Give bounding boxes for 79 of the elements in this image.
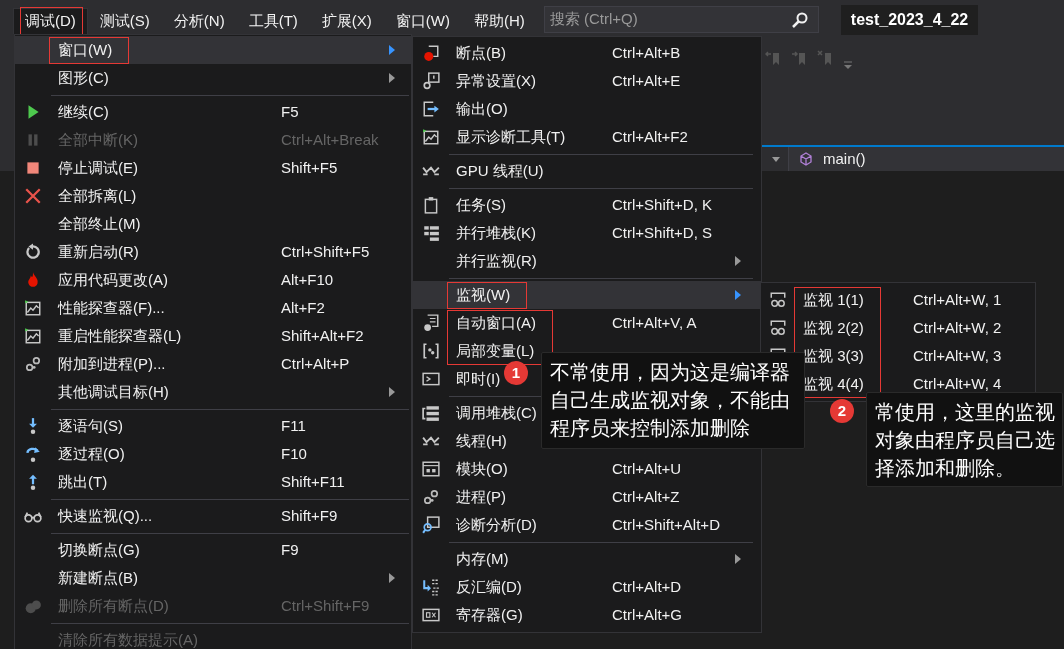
shortcut-text: Ctrl+Shift+Alt+D — [612, 515, 720, 533]
shortcut-text: Ctrl+Alt+V, A — [612, 313, 697, 331]
menu-label: 异常设置(X) — [456, 71, 536, 89]
menu-label: 模块(O) — [456, 459, 508, 477]
menu-label: 监视(W) — [456, 285, 511, 303]
menu-label: 寄存器(G) — [456, 605, 523, 623]
shortcut-text: Ctrl+Shift+F5 — [281, 242, 370, 260]
shortcut-text: Ctrl+Alt+W, 4 — [913, 374, 1002, 392]
callout-text: 不常使用，因为这是编译器自己生成监视对象，不能由程序员来控制添加删除 — [550, 360, 791, 441]
menu-label: 停止调试(E) — [58, 158, 138, 176]
shortcut-text: Ctrl+Alt+W, 3 — [913, 346, 1002, 364]
menu-label: 快速监视(Q)... — [58, 506, 153, 524]
shortcut-text: Ctrl+Alt+F2 — [612, 127, 688, 145]
menu-label: 其他调试目标(H) — [58, 382, 169, 400]
shortcut-text: F10 — [281, 444, 307, 462]
menu-label: 全部拆离(L) — [58, 186, 137, 204]
shortcut-text: Shift+F11 — [281, 472, 345, 490]
menu-label: 并行堆栈(K) — [456, 223, 536, 241]
shortcut-text: Shift+Alt+F2 — [281, 326, 364, 344]
callout-text: 常使用，这里的监视对象由程序员自己选择添加和删除。 — [875, 400, 1056, 481]
menu-label: 逐语句(S) — [58, 416, 123, 434]
shortcut-text: F9 — [281, 540, 299, 558]
menu-label: 应用代码更改(A) — [58, 270, 168, 288]
shortcut-text: Shift+F9 — [281, 506, 338, 524]
shortcut-text: Ctrl+Alt+W, 2 — [913, 318, 1002, 336]
shortcut-text: Ctrl+Alt+W, 1 — [913, 290, 1002, 308]
menu-label: 性能探查器(F)... — [58, 298, 165, 316]
shortcut-text: Ctrl+Alt+U — [612, 459, 682, 477]
function-name: main() — [823, 148, 866, 169]
menu-label: 内存(M) — [456, 549, 509, 567]
menu-label: 新建断点(B) — [58, 568, 138, 586]
menu-label: 重新启动(R) — [58, 242, 139, 260]
menu-label: 进程(P) — [456, 487, 506, 505]
menu-label: 监视 2(2) — [803, 318, 864, 336]
menu-label: 窗口(W) — [58, 40, 113, 58]
menu-label: 监视 1(1) — [803, 290, 864, 308]
menu-label: 输出(O) — [456, 99, 508, 117]
menu-label: 附加到进程(P)... — [58, 354, 166, 372]
menu-label: 即时(I) — [456, 369, 501, 387]
solution-title: test_2023_4_22 — [840, 5, 979, 35]
menu-label: 诊断分析(D) — [456, 515, 537, 533]
shortcut-text: Ctrl+Alt+E — [612, 71, 681, 89]
search-placeholder: 搜索 (Ctrl+Q) — [549, 9, 638, 30]
menu-label: 图形(C) — [58, 68, 109, 86]
menu-label: 线程(H) — [456, 431, 507, 449]
shortcut-text: Ctrl+Shift+D, S — [612, 223, 713, 241]
menu-label: 切换断点(G) — [58, 540, 140, 558]
shortcut-text: Ctrl+Alt+B — [612, 43, 681, 61]
menu-label: 全部终止(M) — [58, 214, 141, 232]
shortcut-text: Ctrl+Alt+Z — [612, 487, 680, 505]
menu-label: 删除所有断点(D) — [58, 596, 169, 614]
shortcut-text: F5 — [281, 102, 299, 120]
menu-label: 跳出(T) — [58, 472, 108, 490]
shortcut-text: Ctrl+Shift+D, K — [612, 195, 713, 213]
menu-label: 监视 4(4) — [803, 374, 864, 392]
shortcut-text: Alt+F10 — [281, 270, 334, 288]
menu-label: 局部变量(L) — [456, 341, 535, 359]
shortcut-text: F11 — [281, 416, 306, 434]
menu-label: 继续(C) — [58, 102, 109, 120]
menu-label: 并行监视(R) — [456, 251, 537, 269]
menu-label: 重启性能探查器(L) — [58, 326, 182, 344]
shortcut-text: Shift+F5 — [281, 158, 338, 176]
menu-label: 自动窗口(A) — [456, 313, 536, 331]
shortcut-text: Ctrl+Alt+P — [281, 354, 350, 372]
menu-label: GPU 线程(U) — [456, 161, 544, 179]
shortcut-text: Ctrl+Alt+D — [612, 577, 682, 595]
menu-label: 显示诊断工具(T) — [456, 127, 566, 145]
menu-label: 断点(B) — [456, 43, 506, 61]
menu-label: 逐过程(O) — [58, 444, 125, 462]
menu-label: 监视 3(3) — [803, 346, 864, 364]
menu-label: 任务(S) — [456, 195, 506, 213]
shortcut-text: Ctrl+Alt+Break — [281, 130, 379, 148]
menu-label: 清除所有数据提示(A) — [58, 630, 198, 648]
menu-label: 调用堆栈(C) — [456, 403, 537, 421]
menu-label: 反汇编(D) — [456, 577, 522, 595]
menu-label: 全部中断(K) — [58, 130, 138, 148]
shortcut-text: Ctrl+Shift+F9 — [281, 596, 370, 614]
shortcut-text: Ctrl+Alt+G — [612, 605, 683, 623]
shortcut-text: Alt+F2 — [281, 298, 325, 316]
